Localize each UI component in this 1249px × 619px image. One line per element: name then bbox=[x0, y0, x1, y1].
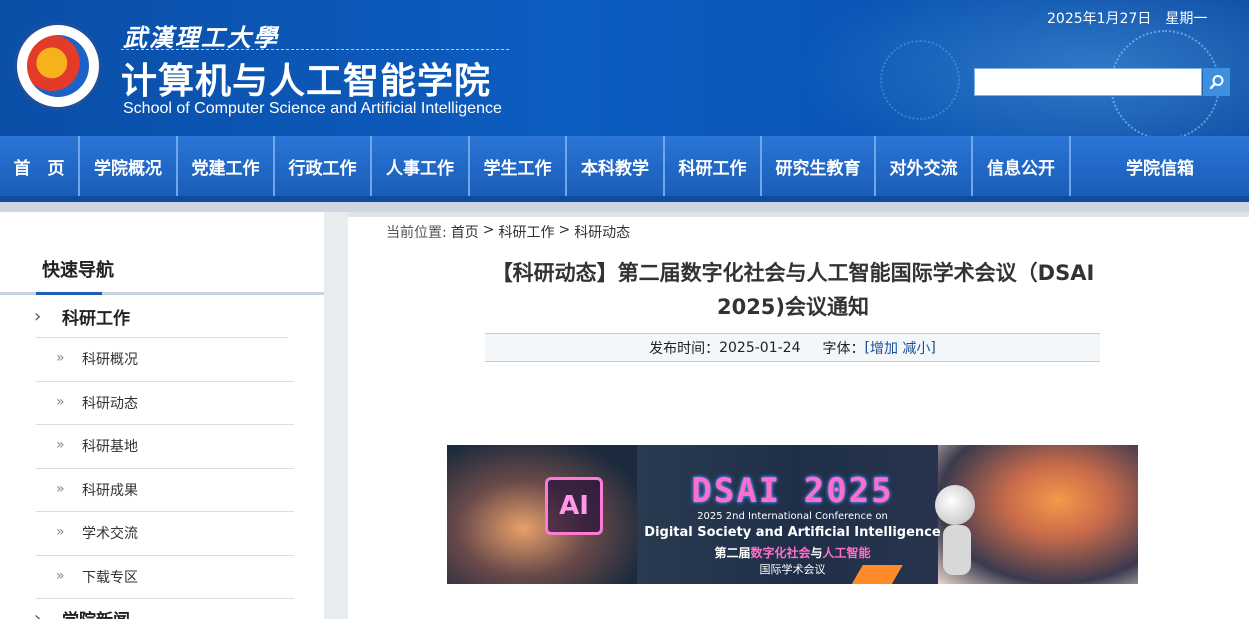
college-name-en: School of Computer Science and Artificia… bbox=[123, 100, 502, 117]
banner-subtitle-2: Digital Society and Artificial Intellige… bbox=[644, 525, 941, 540]
search-button[interactable] bbox=[1203, 68, 1230, 96]
font-bracket-close: ] bbox=[930, 339, 936, 356]
search-icon bbox=[1209, 75, 1223, 90]
banner-subtitle-4: 国际学术会议 bbox=[759, 563, 826, 576]
breadcrumb-sep: > bbox=[558, 222, 571, 238]
nav-item-about[interactable]: 学院概况 bbox=[80, 136, 178, 196]
nav-item-mailbox[interactable]: 学院信箱 bbox=[1071, 136, 1249, 196]
banner-text: 第二届 bbox=[714, 546, 751, 560]
publish-date: 2025-01-24 bbox=[719, 339, 801, 356]
conference-banner: AI DSAI 2025 2025 2nd International Conf… bbox=[447, 445, 1138, 584]
main-nav: 首 页学院概况 党建工作 行政工作 人事工作 学生工作 本科教学 科研工作 研究生教育 对外交流… bbox=[0, 136, 1249, 196]
article-title-line2: 2025)会议通知 bbox=[716, 295, 870, 319]
nav-item-graduate[interactable]: 研究生教育 bbox=[762, 136, 876, 196]
college-name-cn: 计算机与人工智能学院 bbox=[121, 61, 492, 102]
main-topbar bbox=[348, 212, 1249, 217]
breadcrumb-news[interactable]: 科研动态 bbox=[574, 222, 630, 242]
double-chevron-icon: » bbox=[56, 350, 65, 366]
site-header: 武漢理工大學 计算机与人工智能学院 School of Computer Sci… bbox=[0, 0, 1249, 136]
sidebar-item-label: 下载专区 bbox=[82, 569, 138, 586]
sidebar-item-divider bbox=[36, 598, 294, 599]
university-name: 武漢理工大學 bbox=[123, 23, 279, 52]
main-content: 当前位置: 首页 > 科研工作 > 科研动态 【科研动态】第二届数字化社会与人工… bbox=[348, 212, 1249, 619]
chevron-right-icon: › bbox=[34, 608, 42, 619]
nav-item-student[interactable]: 学生工作 bbox=[470, 136, 567, 196]
header-divider bbox=[121, 49, 509, 50]
sidebar-item[interactable]: » 学术交流 bbox=[0, 512, 324, 556]
sidebar-title: 快速导航 bbox=[42, 260, 114, 281]
breadcrumb-label: 当前位置: bbox=[386, 225, 447, 241]
article-meta: 发布时间： 2025-01-24 字体： [ 增加 减小 ] bbox=[485, 333, 1100, 362]
font-decrease-link[interactable]: 减小 bbox=[902, 338, 930, 358]
banner-subtitle-1: 2025 2nd International Conference on bbox=[697, 511, 888, 522]
article-title-line1: 【科研动态】第二届数字化社会与人工智能国际学术会议（DSAI bbox=[491, 261, 1095, 285]
sidebar-item[interactable]: » 科研动态 bbox=[0, 382, 324, 425]
nav-item-hr[interactable]: 人事工作 bbox=[372, 136, 470, 196]
nav-item-admin[interactable]: 行政工作 bbox=[275, 136, 372, 196]
sidebar-section-title[interactable]: 科研工作 bbox=[62, 304, 130, 329]
sidebar-item-label: 科研成果 bbox=[82, 482, 138, 499]
double-chevron-icon: » bbox=[56, 567, 65, 584]
font-label: 字体： bbox=[822, 340, 865, 357]
nav-item-info[interactable]: 信息公开 bbox=[973, 136, 1071, 196]
sidebar-item[interactable]: » 科研成果 bbox=[0, 469, 324, 512]
search-box bbox=[974, 68, 1202, 96]
double-chevron-icon: » bbox=[56, 524, 65, 540]
logo-emblem-icon bbox=[27, 35, 89, 97]
font-increase-link[interactable]: 增加 bbox=[870, 338, 898, 358]
sidebar-item[interactable]: » 下载专区 bbox=[0, 556, 324, 599]
sidebar-item-label: 科研动态 bbox=[82, 395, 138, 412]
sidebar-item[interactable]: » 科研概况 bbox=[0, 338, 324, 382]
chevron-right-icon: › bbox=[34, 306, 42, 327]
breadcrumb-home[interactable]: 首页 bbox=[451, 222, 479, 242]
search-input[interactable] bbox=[975, 69, 1201, 95]
sidebar-item-label: 学术交流 bbox=[82, 526, 138, 542]
nav-item-party[interactable]: 党建工作 bbox=[178, 136, 275, 196]
article-title: 【科研动态】第二届数字化社会与人工智能国际学术会议（DSAI 2025)会议通知 bbox=[468, 256, 1118, 324]
breadcrumb: 当前位置: 首页 > 科研工作 > 科研动态 bbox=[386, 222, 630, 242]
banner-text: 与 bbox=[810, 546, 823, 560]
deco-ring bbox=[880, 40, 960, 120]
sidebar-item-label: 科研基地 bbox=[82, 439, 138, 455]
nav-item-international[interactable]: 对外交流 bbox=[876, 136, 973, 196]
sidebar-item-label: 科研概况 bbox=[82, 352, 138, 368]
double-chevron-icon: » bbox=[56, 437, 65, 453]
current-date: 2025年1月27日 星期一 bbox=[1047, 11, 1208, 27]
banner-subtitle-3: 第二届数字化社会与人工智能 bbox=[447, 544, 1138, 561]
breadcrumb-research[interactable]: 科研工作 bbox=[498, 222, 554, 242]
nav-bottom-shadow bbox=[0, 202, 1249, 212]
university-logo[interactable] bbox=[14, 22, 102, 110]
sidebar-item[interactable]: » 科研基地 bbox=[0, 425, 324, 469]
sidebar-list: » 科研概况 » 科研动态 » 科研基地 » 科研成果 » 学术交流 » 下载专区 bbox=[0, 338, 324, 599]
banner-title: DSAI 2025 bbox=[691, 471, 894, 511]
breadcrumb-sep: > bbox=[482, 222, 495, 238]
nav-item-home[interactable]: 首 页 bbox=[0, 136, 80, 196]
sidebar-section-news[interactable]: 学院新闻 bbox=[62, 606, 130, 619]
double-chevron-icon: » bbox=[56, 393, 65, 410]
sidebar-title-accent bbox=[36, 292, 102, 295]
nav-item-undergrad[interactable]: 本科教学 bbox=[567, 136, 665, 196]
banner-highlight: 数字化社会 bbox=[750, 546, 811, 560]
banner-highlight: 人工智能 bbox=[822, 546, 871, 560]
sidebar: 快速导航 › 科研工作 » 科研概况 » 科研动态 » 科研基地 » 科研成果 » 学术交流 » 下载… bbox=[0, 212, 324, 619]
double-chevron-icon: » bbox=[56, 480, 65, 497]
publish-label: 发布时间： bbox=[649, 340, 720, 357]
nav-item-research[interactable]: 科研工作 bbox=[665, 136, 762, 196]
